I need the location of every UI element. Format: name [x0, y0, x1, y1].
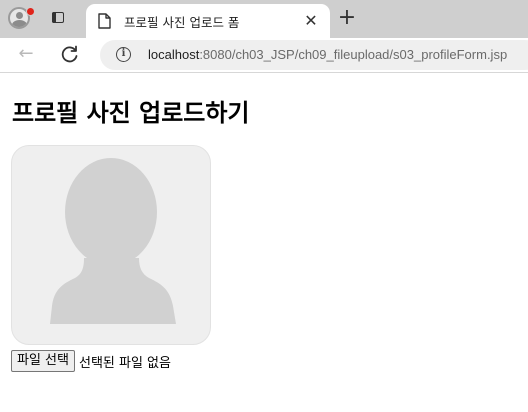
new-tab-button[interactable]: + [337, 7, 357, 29]
page-content: 프로필 사진 업로드하기 파일 선택 선택된 파일 없음 [0, 73, 528, 412]
tab-title: 프로필 사진 업로드 폼 [124, 15, 240, 30]
choose-file-button[interactable]: 파일 선택 [11, 350, 75, 372]
url-text[interactable]: localhost:8080/ch03_JSP/ch09_fileupload/… [148, 47, 507, 62]
profile-image-preview [11, 145, 211, 345]
page-title: 프로필 사진 업로드하기 [12, 99, 250, 127]
browser-window: 프로필 사진 업로드 폼 ✕ + ← i localhost:8080/ch03… [0, 0, 528, 412]
tab-strip: 프로필 사진 업로드 폼 ✕ + [0, 0, 528, 38]
info-icon[interactable]: i [116, 47, 131, 62]
file-status-text: 선택된 파일 없음 [78, 355, 171, 371]
profile-button[interactable] [6, 4, 35, 32]
file-input: 파일 선택 선택된 파일 없음 [11, 350, 171, 372]
tab-actions-button[interactable] [50, 10, 66, 26]
tab-active[interactable]: 프로필 사진 업로드 폼 ✕ [86, 4, 330, 38]
url-path: :8080/ch03_JSP/ch09_fileupload/s03_profi… [199, 47, 508, 62]
url-host: localhost [148, 47, 200, 62]
address-bar[interactable]: i localhost:8080/ch03_JSP/ch09_fileuploa… [100, 40, 528, 70]
back-arrow-icon[interactable]: ← [16, 44, 36, 64]
close-tab-icon[interactable]: ✕ [302, 12, 320, 30]
reload-icon[interactable] [60, 44, 80, 64]
notification-dot [26, 7, 35, 16]
person-silhouette-icon [50, 158, 176, 324]
document-icon [98, 13, 111, 29]
toolbar: ← i localhost:8080/ch03_JSP/ch09_fileupl… [0, 38, 528, 73]
